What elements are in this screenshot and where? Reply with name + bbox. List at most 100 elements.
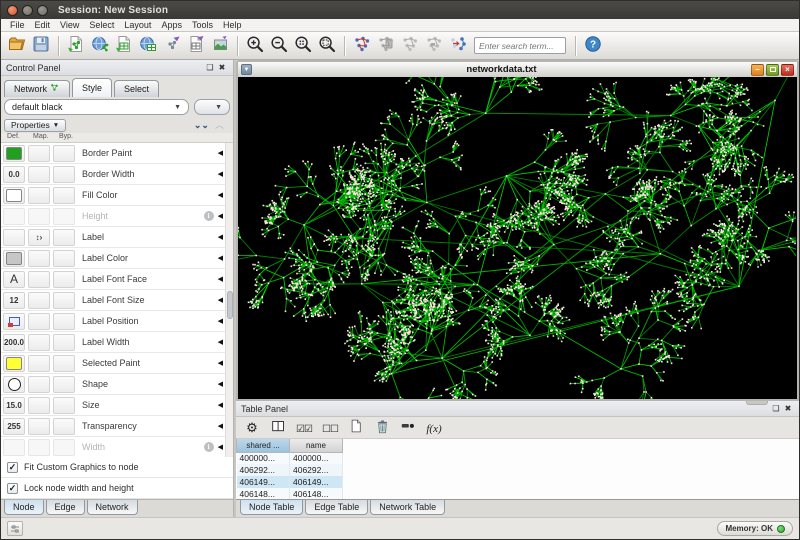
float-panel-icon[interactable]: ❑ [204,63,216,73]
default-value-cell[interactable] [3,186,25,204]
close-panel-icon[interactable]: ✖ [782,404,794,414]
table-row[interactable]: 400000... 400000... [236,452,343,464]
expand-row-icon[interactable]: ◀ [218,296,223,304]
default-value-cell[interactable] [3,249,25,267]
bypass-cell[interactable] [53,207,75,225]
bypass-cell[interactable] [53,165,75,183]
menu-help[interactable]: Help [218,20,247,30]
bypass-cell[interactable] [53,438,75,456]
zoom-fit-button[interactable] [291,34,315,58]
bypass-cell[interactable] [53,375,75,393]
expand-row-icon[interactable]: ◀ [218,422,223,430]
table-cell[interactable]: 406148... [289,488,343,499]
menu-tools[interactable]: Tools [187,20,218,30]
bypass-cell[interactable] [53,333,75,351]
property-row-label[interactable]: ↕› Label ◀ [1,227,233,248]
property-row-label-font-size[interactable]: 12 Label Font Size ◀ [1,290,233,311]
menu-view[interactable]: View [55,20,84,30]
table-row[interactable]: 406149... 406149... [236,476,343,488]
default-value-cell[interactable] [3,312,25,330]
bypass-cell[interactable] [53,417,75,435]
expand-row-icon[interactable]: ◀ [218,317,223,325]
search-input[interactable] [474,37,566,54]
default-value-cell[interactable] [3,228,25,246]
splitter-handle[interactable] [746,401,768,405]
mapping-cell[interactable] [28,207,50,225]
mapping-cell[interactable]: ↕› [28,228,50,246]
default-value-cell[interactable] [3,207,25,225]
mapping-cell[interactable] [28,333,50,351]
layout-tool-1-button[interactable] [374,34,398,58]
rename-column-button[interactable] [400,419,416,437]
bypass-cell[interactable] [53,144,75,162]
property-row-size[interactable]: 15.0 Size ◀ [1,395,233,416]
expand-row-icon[interactable]: ◀ [218,212,223,220]
bypass-cell[interactable] [53,291,75,309]
frame-menu-icon[interactable]: ▼ [241,64,252,75]
export-network-button[interactable] [160,34,184,58]
save-session-button[interactable] [29,34,53,58]
window-minimize-button[interactable] [22,4,33,16]
mapping-cell[interactable] [28,270,50,288]
table-cell[interactable]: 406149... [236,476,290,488]
expand-row-icon[interactable]: ◀ [218,233,223,241]
frame-close-button[interactable]: × [781,63,794,76]
export-table-button[interactable] [184,34,208,58]
property-row-label-font-face[interactable]: A Label Font Face ◀ [1,269,233,290]
property-row-label-position[interactable]: Label Position ◀ [1,311,233,332]
default-value-cell[interactable]: 255 [3,417,25,435]
default-value-cell[interactable] [3,438,25,456]
zoom-selected-button[interactable] [315,34,339,58]
property-row-height[interactable]: Height i ◀ [1,206,233,227]
tab-node-table[interactable]: Node Table [240,500,304,515]
expand-row-icon[interactable]: ◀ [218,338,223,346]
table-cell[interactable]: 406149... [289,476,343,488]
style-options-dropdown[interactable]: ▼ [194,99,230,115]
bypass-cell[interactable] [53,312,75,330]
window-maximize-button[interactable] [37,4,48,16]
network-frame-titlebar[interactable]: ▼ networkdata.txt − × [238,62,797,77]
table-columns-button[interactable] [270,419,286,437]
network-canvas[interactable] [238,77,797,399]
mapping-cell[interactable] [28,144,50,162]
frame-maximize-button[interactable] [766,63,779,76]
property-row-label-color[interactable]: Label Color ◀ [1,248,233,269]
memory-status-button[interactable]: Memory: OK [717,521,793,536]
properties-menu-button[interactable]: Properties ▼ [4,118,67,132]
mapping-cell[interactable] [28,438,50,456]
table-cell[interactable]: 400000... [236,452,290,464]
mapping-cell[interactable] [28,249,50,267]
property-row-transparency[interactable]: 255 Transparency ◀ [1,416,233,437]
tab-select[interactable]: Select [114,80,160,97]
apply-layout-button[interactable] [350,34,374,58]
expand-row-icon[interactable]: ◀ [218,380,223,388]
bypass-cell[interactable] [53,354,75,372]
style-dropdown[interactable]: default black ▼ [4,99,189,115]
zoom-in-button[interactable] [243,34,267,58]
import-network-url-button[interactable] [88,34,112,58]
expand-all-icon[interactable]: ⌄⌄ [194,120,209,130]
mapping-cell[interactable] [28,165,50,183]
tab-node[interactable]: Node [4,500,44,515]
menu-file[interactable]: File [5,20,30,30]
mapping-cell[interactable] [28,354,50,372]
mapping-cell[interactable] [28,312,50,330]
column-header-shared[interactable]: shared ... [236,439,290,453]
default-value-cell[interactable] [3,144,25,162]
zoom-out-button[interactable] [267,34,291,58]
menu-select[interactable]: Select [84,20,119,30]
open-session-button[interactable] [5,34,29,58]
status-config-button[interactable] [7,521,23,536]
select-all-button[interactable]: ☑☑ [296,419,313,437]
mapping-cell[interactable] [28,396,50,414]
property-row-fill-color[interactable]: Fill Color ◀ [1,185,233,206]
default-value-cell[interactable]: 12 [3,291,25,309]
mapping-cell[interactable] [28,417,50,435]
table-row[interactable]: 406292... 406292... [236,464,343,476]
expand-row-icon[interactable]: ◀ [218,149,223,157]
tab-network[interactable]: Network [4,80,71,97]
float-panel-icon[interactable]: ❑ [770,404,782,414]
export-image-button[interactable] [208,34,232,58]
expand-row-icon[interactable]: ◀ [218,359,223,367]
table-cell[interactable]: 400000... [289,452,343,464]
